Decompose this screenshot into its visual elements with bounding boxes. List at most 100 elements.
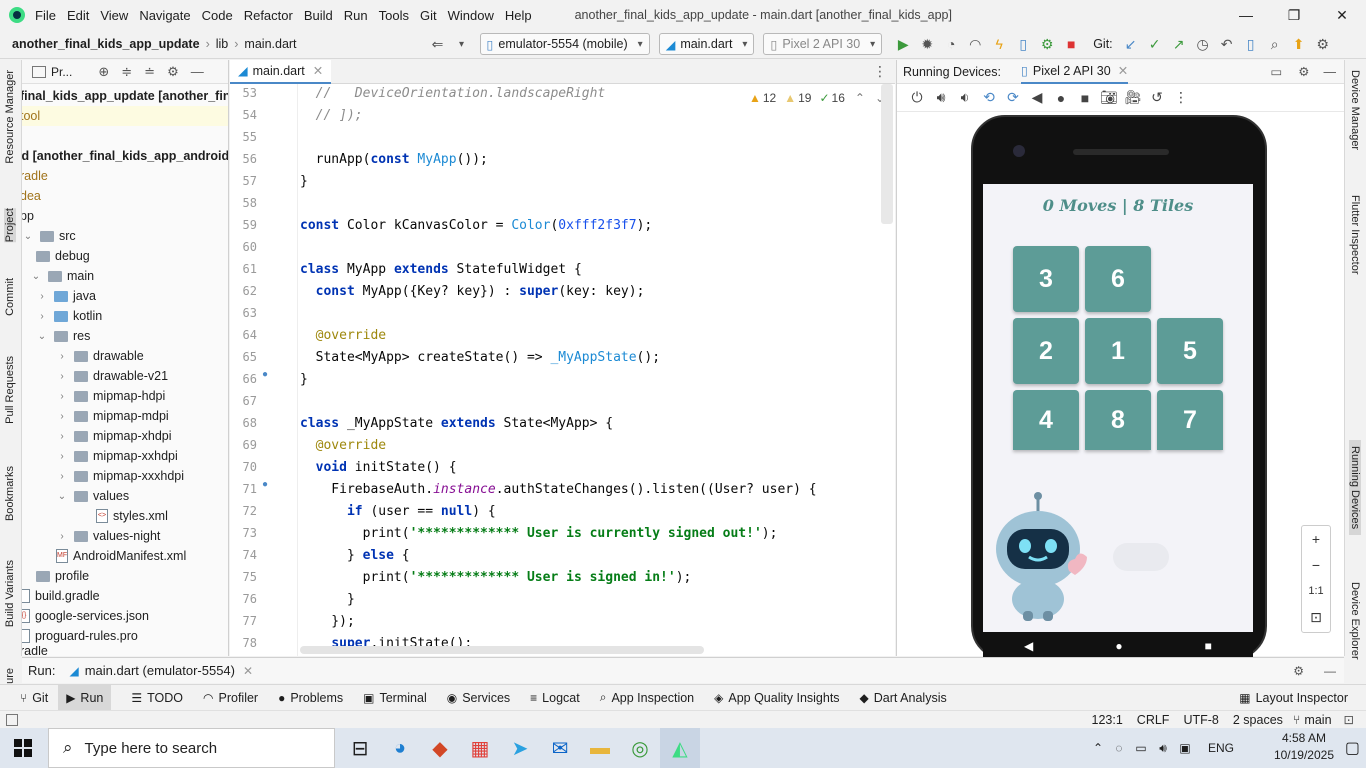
menu-build[interactable]: Build (304, 8, 333, 23)
close-icon[interactable]: ✕ (1118, 63, 1128, 78)
tree-item-drawable-v21[interactable]: › drawable-v21 (56, 366, 168, 386)
tree-item-gradle-2[interactable]: radle (22, 646, 48, 656)
screenshot-icon[interactable]: 📷︎ (1097, 86, 1121, 110)
lock-icon[interactable]: ⊡ (1344, 712, 1354, 727)
puzzle-tile[interactable]: 4 (1013, 390, 1079, 450)
editor-scrollbar[interactable] (881, 84, 893, 656)
menu-window[interactable]: Window (448, 8, 494, 23)
menu-run[interactable]: Run (344, 8, 368, 23)
tool-bookmarks[interactable]: Bookmarks (4, 466, 16, 521)
tool-app-inspection[interactable]: ⌕ App Inspection (600, 690, 694, 705)
tool-terminal[interactable]: ▣ Terminal (363, 691, 427, 705)
puzzle-tile[interactable]: 7 (1157, 390, 1223, 450)
tree-item-src[interactable]: ⌄ src (22, 226, 76, 246)
menu-refactor[interactable]: Refactor (244, 8, 293, 23)
menu-code[interactable]: Code (202, 8, 233, 23)
horizontal-scrollbar[interactable] (300, 646, 704, 654)
telegram-icon[interactable]: ➤ (500, 728, 540, 768)
outlook-icon[interactable]: ✉ (540, 728, 580, 768)
tool-problems[interactable]: ● Problems (278, 691, 343, 705)
hide-icon[interactable]: — (1324, 664, 1336, 678)
back-icon[interactable]: ◀ (1025, 86, 1049, 110)
tree-item-main[interactable]: ⌄ main (22, 266, 94, 286)
tree-item-drawable[interactable]: › drawable (56, 346, 143, 366)
search-icon[interactable]: ⌕ (1264, 33, 1286, 55)
tool-resource-manager[interactable]: Resource Manager (4, 70, 16, 164)
nav-overview-icon[interactable]: ■ (1205, 639, 1212, 653)
battery-icon[interactable]: ▭ (1130, 741, 1152, 755)
file-encoding[interactable]: UTF-8 (1183, 713, 1218, 727)
run-tab[interactable]: ◢ main.dart (emulator-5554) ✕ (69, 663, 253, 678)
collapse-all-icon[interactable]: ≐ (144, 64, 155, 80)
puzzle-tile[interactable]: 2 (1013, 318, 1079, 384)
cursor-position[interactable]: 123:1 (1092, 713, 1123, 727)
menu-edit[interactable]: Edit (67, 8, 89, 23)
tool-profiler[interactable]: ◠ Profiler (203, 691, 258, 705)
taskbar-clock[interactable]: 4:58 AM 10/19/2025 (1274, 730, 1334, 764)
android-studio-taskbar-icon[interactable]: ◭ (660, 728, 700, 768)
zoom-fit-button[interactable]: ⊡ (1302, 604, 1330, 630)
copilot-icon[interactable]: ◆ (420, 728, 460, 768)
edge-icon[interactable]: ◕ (380, 728, 420, 768)
tool-layout-inspector[interactable]: ▦ Layout Inspector (1239, 691, 1348, 705)
breadcrumb-lib[interactable]: lib (216, 37, 229, 51)
tree-item-kotlin[interactable]: › kotlin (36, 306, 102, 326)
volume-icon[interactable]: 🔊︎ (1152, 741, 1174, 756)
emulator-screen[interactable]: 0 Moves | 8 Tiles 3 6 2 1 5 4 8 7 (983, 184, 1253, 632)
tree-item-mipmap-mdpi[interactable]: › mipmap-mdpi (56, 406, 168, 426)
volume-down-icon[interactable]: 🔉︎ (953, 86, 977, 110)
taskbar-search-box[interactable]: ⌕ Type here to search (48, 728, 335, 768)
task-view-icon[interactable]: ⊟ (340, 728, 380, 768)
tool-commit[interactable]: Commit (4, 278, 16, 316)
puzzle-tile[interactable]: 8 (1085, 390, 1151, 450)
tool-app-quality-insights[interactable]: ◈ App Quality Insights (714, 691, 839, 705)
project-panel-title[interactable]: Pr... (51, 65, 72, 79)
tree-item-idea[interactable]: dea (22, 186, 41, 206)
device-file-icon[interactable]: ▯ (1012, 33, 1034, 55)
puzzle-tile[interactable]: 5 (1157, 318, 1223, 384)
menu-view[interactable]: View (100, 8, 128, 23)
tree-item-tool[interactable]: tool (22, 106, 228, 126)
tree-item-google-services[interactable]: {} google-services.json (22, 606, 149, 626)
settings-icon[interactable]: ⚙ (1298, 64, 1309, 79)
close-icon[interactable]: ✕ (1318, 7, 1366, 24)
tool-project[interactable]: Project (4, 208, 16, 243)
chevron-up-icon[interactable]: ⌃ (855, 91, 865, 105)
minimize-icon[interactable]: — (1222, 7, 1270, 23)
hot-reload-icon[interactable]: ϟ (988, 33, 1010, 55)
home-icon[interactable]: ● (1049, 86, 1073, 110)
hide-icon[interactable]: — (1324, 65, 1337, 79)
tree-item-root[interactable]: final_kids_app_update [another_final_ki (22, 86, 228, 106)
indent-setting[interactable]: 2 spaces (1233, 713, 1283, 727)
restore-icon[interactable]: ❐ (1270, 7, 1318, 24)
breadcrumb-project[interactable]: another_final_kids_app_update (12, 37, 200, 51)
locate-icon[interactable]: ⊕ (98, 64, 109, 80)
back-arrow-icon[interactable]: ⇐ (427, 33, 449, 55)
close-icon[interactable]: ✕ (243, 664, 253, 678)
tree-item-res[interactable]: ⌄ res (36, 326, 91, 346)
settings-icon[interactable]: ⚙ (1312, 33, 1334, 55)
tool-logcat[interactable]: ≡ Logcat (530, 691, 580, 705)
git-branch[interactable]: main (1304, 713, 1331, 727)
menu-help[interactable]: Help (505, 8, 532, 23)
chevron-down-icon[interactable]: ▾ (451, 33, 473, 55)
zoom-actual-size-button[interactable]: 1:1 (1302, 578, 1330, 604)
tree-item-java[interactable]: › java (36, 286, 96, 306)
tree-item-debug[interactable]: debug (36, 246, 90, 266)
reset-icon[interactable]: ↺ (1145, 86, 1169, 110)
scrollbar-thumb[interactable] (881, 84, 893, 224)
breadcrumb-file[interactable]: main.dart (244, 37, 296, 51)
nav-back-icon[interactable]: ◀ (1024, 639, 1033, 653)
tool-device-explorer[interactable]: Device Explorer (1349, 582, 1361, 660)
power-icon[interactable]: ⏻ (905, 86, 929, 110)
volume-up-icon[interactable]: 🔊︎ (929, 86, 953, 110)
rollback-icon[interactable]: ↶ (1216, 33, 1238, 55)
hide-icon[interactable]: — (191, 64, 204, 79)
tool-running-devices[interactable]: Running Devices (1349, 440, 1361, 536)
tree-item-build-gradle[interactable]: build.gradle (22, 586, 100, 606)
windows-start-icon[interactable] (14, 739, 32, 757)
tree-item-mipmap-xxxhdpi[interactable]: › mipmap-xxxhdpi (56, 466, 184, 486)
settings-icon[interactable]: ⚙ (167, 64, 179, 80)
tool-windows-icon[interactable] (6, 713, 18, 726)
close-icon[interactable]: ✕ (313, 63, 323, 78)
